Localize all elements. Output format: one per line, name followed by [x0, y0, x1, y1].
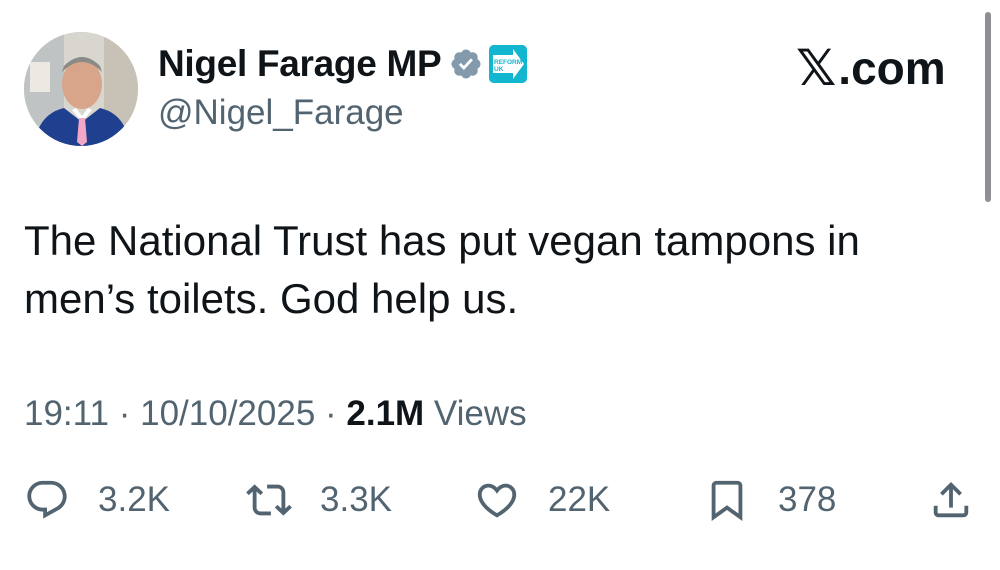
- x-logo-icon: 𝕏: [796, 39, 837, 97]
- reform-text: REFORM: [494, 59, 522, 66]
- like-count: 22K: [548, 480, 611, 519]
- tweet-meta: 19:11 · 10/10/2025 · 2.1M Views: [24, 392, 527, 436]
- heart-icon: [477, 483, 517, 518]
- avatar-image: [24, 32, 138, 146]
- bookmark-icon: [711, 480, 743, 521]
- author-name-row: Nigel Farage MP REFORM UK: [158, 42, 528, 86]
- bookmark-count: 378: [778, 480, 837, 519]
- share-button[interactable]: [928, 470, 974, 530]
- affiliation-badge[interactable]: REFORM UK: [489, 45, 528, 83]
- author-avatar[interactable]: [24, 32, 138, 146]
- repost-icon: [246, 484, 292, 516]
- views-label: Views: [424, 394, 527, 433]
- reply-count: 3.2K: [98, 480, 170, 519]
- tweet-text-line-2: men’s toilets. God help us.: [24, 275, 519, 322]
- author-display-name[interactable]: Nigel Farage MP: [158, 42, 442, 86]
- share-icon: [933, 481, 969, 518]
- repost-count: 3.3K: [320, 480, 392, 519]
- meta-separator: ·: [315, 394, 347, 433]
- site-logo: 𝕏 .com: [796, 42, 946, 94]
- repost-button[interactable]: 3.3K: [246, 470, 392, 530]
- action-bar: 3.2K 3.3K 22K 378: [0, 470, 1000, 530]
- bookmark-button[interactable]: 378: [704, 470, 836, 530]
- reform-uk-logo-icon: REFORM UK: [489, 45, 528, 83]
- verified-badge-icon[interactable]: [449, 47, 483, 81]
- author-handle[interactable]: @Nigel_Farage: [158, 92, 404, 134]
- reply-icon: [27, 480, 67, 519]
- views-count: 2.1M: [346, 394, 425, 433]
- site-domain: .com: [838, 42, 946, 94]
- tweet-text: The National Trust has put vegan tampons…: [24, 212, 974, 328]
- uk-text: UK: [494, 66, 504, 73]
- tweet-date[interactable]: 10/10/2025: [140, 394, 315, 433]
- like-button[interactable]: 22K: [474, 470, 610, 530]
- tweet-text-line-1: The National Trust has put vegan tampons…: [24, 217, 860, 264]
- reply-button[interactable]: 3.2K: [24, 470, 170, 530]
- tweet-time[interactable]: 19:11: [24, 394, 109, 433]
- scrollbar[interactable]: [985, 12, 991, 202]
- meta-separator: ·: [109, 394, 141, 433]
